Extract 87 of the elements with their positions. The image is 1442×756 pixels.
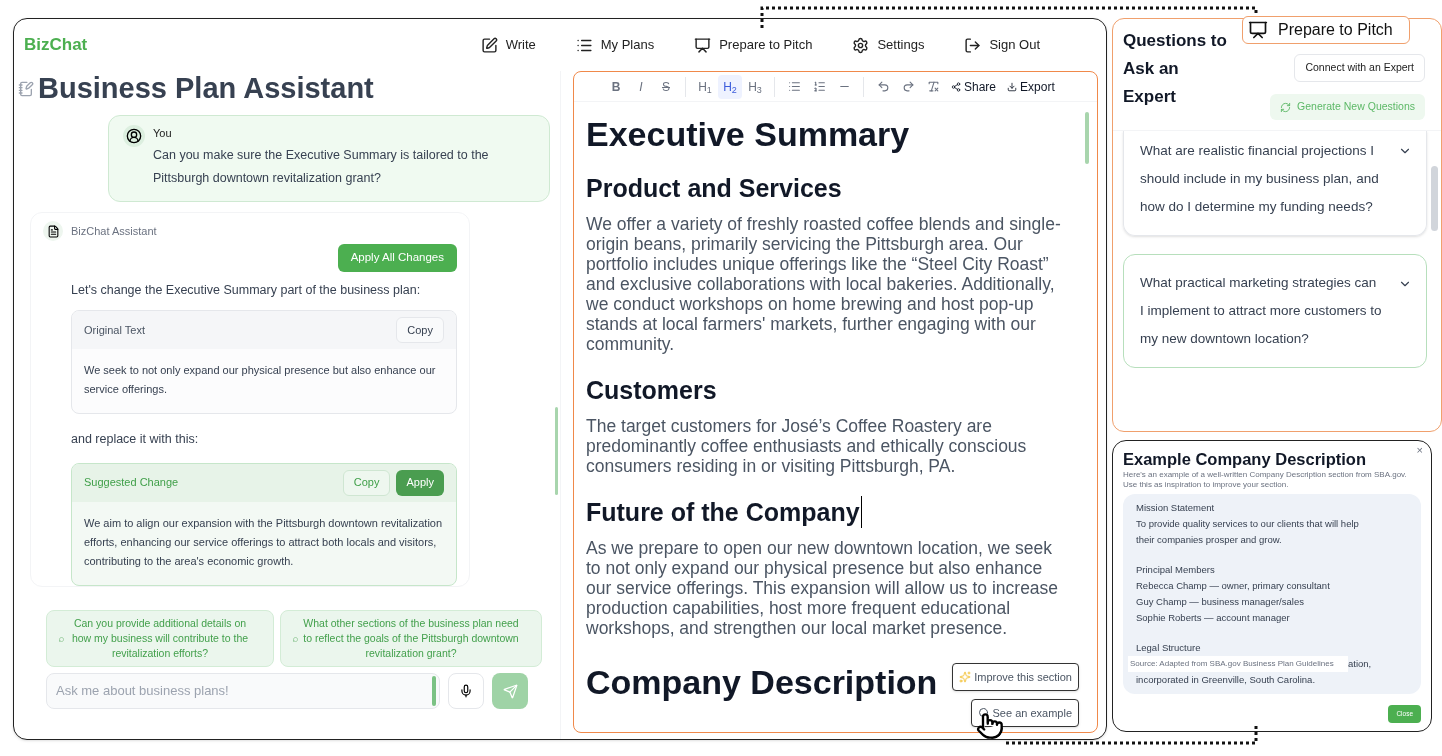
example-text: Rebecca Champ — owner, primary consultant — [1136, 579, 1330, 593]
edit-icon — [480, 36, 498, 54]
bullet-list-icon — [787, 80, 801, 93]
question-card[interactable]: What practical marketing strategies can I implement to attract more customers to my new downtown location? — [1123, 254, 1427, 368]
see-example-button[interactable]: See an example — [970, 699, 1079, 727]
example-text: Guy Champ — business manager/sales — [1136, 595, 1304, 609]
heading-button[interactable]: H$_{3}$ — [743, 74, 767, 99]
connect-expert-button[interactable]: Connect with an Expert — [1294, 54, 1425, 82]
scrollbar-thumb[interactable] — [1431, 166, 1438, 231]
bold-button[interactable]: B — [604, 74, 628, 99]
suggested-text: We aim to align our expansion with the Pittsburgh downtown revitalization efforts, enhancing our service offerings to attract both locals and visitors, contributing to the area's economic growth. — [83, 515, 444, 569]
card-label: Original Text — [84, 322, 145, 338]
suggestion-chip[interactable]: What other sections of the business plan need to reflect the goals of the Pittsburgh downtown revitalization grant? — [280, 610, 542, 667]
send-icon — [502, 683, 518, 699]
nav-link[interactable]: Prepare to Pitch — [694, 35, 813, 55]
strikethrough-button[interactable]: S — [654, 74, 678, 99]
section-heading: Principal Members — [1136, 563, 1216, 577]
heading-button[interactable]: H$_{2}$ — [718, 74, 742, 99]
heading-button[interactable]: H$_{1}$ — [693, 74, 717, 99]
example-text: incorporated in Greenville, South Carolina. — [1136, 673, 1315, 687]
example-text: ation, — [1348, 657, 1372, 671]
presentation-icon — [1248, 20, 1268, 40]
copy-button[interactable]: Copy — [396, 316, 444, 343]
presentation-icon — [694, 36, 712, 54]
share-icon — [951, 81, 961, 92]
numbered-list-icon — [812, 80, 826, 93]
notepad-icon — [18, 81, 34, 97]
message-field[interactable]: Ask me about business plans! — [46, 673, 440, 709]
paragraph: We offer a variety of freshly roasted coffee blends and single-origin beans, primarily servicing the Pittsburgh area. Our portfolio includes unique offerings like the “Steel City Roast” and exclusive collaborations with local bakeries. Additionally, we conduct workshops on home brewing and host pop-up stands at local farmers' markets, further engaging with our community. — [586, 214, 1062, 354]
user-avatar-icon — [126, 128, 142, 144]
example-text: their companies prosper and grow. — [1136, 533, 1282, 547]
scrollbar-thumb[interactable] — [1085, 112, 1089, 164]
share-button[interactable]: Share — [946, 74, 1002, 99]
document-heading: Executive Summary — [586, 114, 910, 154]
send-button[interactable] — [492, 673, 528, 709]
improve-section-button[interactable]: Improve this section — [952, 663, 1079, 691]
message-text: Let's change the Executive Summary part of the business plan: — [71, 282, 422, 299]
download-icon — [1007, 81, 1018, 92]
nav-link[interactable]: My Plans — [575, 35, 655, 55]
section-heading: Legal Structure — [1136, 641, 1202, 655]
nav-link[interactable]: Sign Out — [964, 35, 1040, 55]
redo-icon — [901, 80, 915, 93]
section-heading: Mission Statement — [1136, 501, 1216, 515]
nav-link[interactable]: Settings — [852, 35, 925, 55]
logout-icon — [964, 36, 982, 54]
example-text: Sophie Roberts — account manager — [1136, 611, 1290, 625]
message-author: BizChat Assistant — [71, 223, 157, 239]
original-text: We seek to not only expand our physical presence but also enhance our service offerings. — [83, 362, 437, 397]
card-label: Suggested Change — [84, 475, 179, 491]
document-heading: Company Description — [586, 662, 938, 702]
dialog-title: Example Company Description — [1123, 449, 1366, 469]
assistant-avatar-icon — [46, 224, 60, 238]
message-text: and replace it with this: — [71, 430, 200, 448]
copy-button[interactable]: Copy — [342, 469, 391, 496]
paragraph: As we prepare to open our new downtown location, we seek to not only expand our physical presence but also enhance our service offerings. This expansion will allow us to increase production capabilities, host more frequent educational workshops, and strengthen our local market presence. — [586, 538, 1060, 638]
undo-icon — [876, 80, 890, 93]
microphone-icon — [459, 684, 473, 698]
section-heading: Customers — [586, 375, 717, 406]
page-title: Business Plan Assistant — [38, 71, 374, 107]
scrollbar-thumb[interactable] — [554, 407, 558, 495]
close-button[interactable]: × — [1416, 443, 1423, 457]
suggestion-chip[interactable]: Can you provide additional details on how my business will contribute to the revitalization efforts? — [46, 610, 274, 667]
sparkle-icon — [959, 671, 972, 683]
apply-button[interactable]: Apply — [396, 469, 444, 496]
apply-all-button[interactable]: Apply All Changes — [337, 244, 457, 272]
section-heading: Product and Services — [586, 173, 842, 204]
source-caption: Source: Adapted from SBA.gov Business Plan Guidelines — [1128, 656, 1348, 672]
refresh-icon — [1280, 101, 1292, 113]
paragraph: The target customers for José’s Coffee Roastery are predominantly coffee enthusiasts and ethically conscious consumers residing in or visiting Pittsburgh, PA. — [586, 416, 1028, 476]
section-heading: Future of the Company — [586, 496, 862, 528]
message-input[interactable]: Ask me about business plans! — [56, 681, 432, 701]
panel-title: Questions to Ask an Expert — [1123, 30, 1228, 108]
settings-icon — [852, 36, 870, 54]
message-text: Can you make sure the Executive Summary is tailored to the Pittsburgh downtown revitalization grant? — [153, 147, 490, 187]
chat-bubble-icon — [59, 637, 64, 642]
italic-button[interactable]: I — [629, 74, 653, 99]
clear-format-icon — [926, 80, 940, 93]
pitch-badge: Prepare to Pitch — [1242, 16, 1410, 44]
example-text: To provide quality services to our clients that will help — [1136, 517, 1359, 531]
question-card[interactable]: What are realistic financial projections I should include in my business plan, and how do I determine my funding needs? — [1123, 131, 1427, 236]
message-author: You — [153, 126, 173, 141]
microphone-button[interactable] — [448, 673, 484, 709]
brand-logo[interactable]: BizChat — [24, 32, 88, 58]
export-button[interactable]: Export — [1002, 74, 1060, 99]
chat-bubble-icon — [293, 637, 298, 642]
nav-link[interactable]: Write — [480, 35, 536, 55]
dialog-subtitle: Here's an example of a well-written Company Description section from SBA.gov. Use this as inspiration to improve your section. — [1123, 470, 1408, 490]
